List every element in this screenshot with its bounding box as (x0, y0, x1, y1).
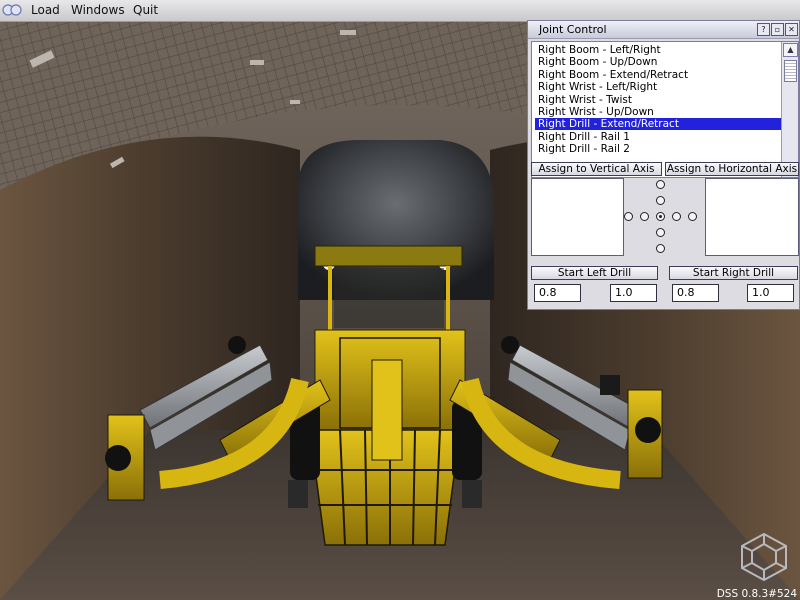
horizontal-axis-pane[interactable] (705, 178, 799, 256)
start-left-drill-button[interactable]: Start Left Drill (531, 266, 658, 280)
pad-down-2-icon[interactable] (656, 244, 665, 253)
list-item[interactable]: Right Wrist - Up/Down (535, 106, 781, 118)
version-label: DSS 0.8.3#524 (716, 588, 797, 600)
right-drill-value-2-input[interactable]: 1.0 (747, 284, 794, 302)
list-scrollbar[interactable]: ▲ ▼ (781, 42, 798, 177)
assign-horizontal-button[interactable]: Assign to Horizontal Axis (665, 162, 799, 176)
scroll-thumb[interactable] (784, 60, 797, 82)
pad-right-2-icon[interactable] (688, 212, 697, 221)
menu-windows[interactable]: Windows (71, 3, 125, 17)
close-icon[interactable]: ✕ (785, 23, 798, 36)
app-logo-icon (2, 4, 22, 16)
vertical-axis-pane[interactable] (531, 178, 624, 256)
list-item[interactable]: Right Boom - Up/Down (535, 56, 781, 68)
list-item[interactable]: Right Drill - Rail 1 (535, 131, 781, 143)
hexagon-logo-icon (741, 532, 787, 582)
list-item[interactable]: Right Wrist - Twist (535, 94, 781, 106)
window-titlebar[interactable]: Joint Control ? ▫ ✕ (528, 21, 799, 39)
menu-quit[interactable]: Quit (133, 3, 158, 17)
menu-bar: Load Windows Quit (0, 0, 800, 22)
assign-vertical-button[interactable]: Assign to Vertical Axis (531, 162, 662, 176)
scroll-up-icon[interactable]: ▲ (783, 43, 798, 57)
window-title: Joint Control (539, 23, 607, 36)
list-item[interactable]: Right Boom - Left/Right (535, 44, 781, 56)
pad-down-1-icon[interactable] (656, 228, 665, 237)
left-drill-value-2-input[interactable]: 1.0 (610, 284, 657, 302)
joint-control-window: Joint Control ? ▫ ✕ Right Boom - Left/Ri… (527, 20, 800, 310)
right-drill-value-1-input[interactable]: 0.8 (672, 284, 719, 302)
help-icon[interactable]: ? (757, 23, 770, 36)
pad-center-icon[interactable] (656, 212, 665, 221)
joint-list[interactable]: Right Boom - Left/Right Right Boom - Up/… (531, 41, 799, 178)
list-item[interactable]: Right Wrist - Left/Right (535, 81, 781, 93)
list-item-selected[interactable]: Right Drill - Extend/Retract (535, 118, 781, 130)
pad-left-2-icon[interactable] (624, 212, 633, 221)
list-item[interactable]: Right Drill - Rail 2 (535, 143, 781, 155)
list-item[interactable]: Right Boom - Extend/Retract (535, 69, 781, 81)
pad-right-1-icon[interactable] (672, 212, 681, 221)
left-drill-value-1-input[interactable]: 0.8 (534, 284, 581, 302)
menu-load[interactable]: Load (31, 3, 60, 17)
pad-up-2-icon[interactable] (656, 180, 665, 189)
pad-left-1-icon[interactable] (640, 212, 649, 221)
pad-up-1-icon[interactable] (656, 196, 665, 205)
minimize-icon[interactable]: ▫ (771, 23, 784, 36)
start-right-drill-button[interactable]: Start Right Drill (669, 266, 798, 280)
